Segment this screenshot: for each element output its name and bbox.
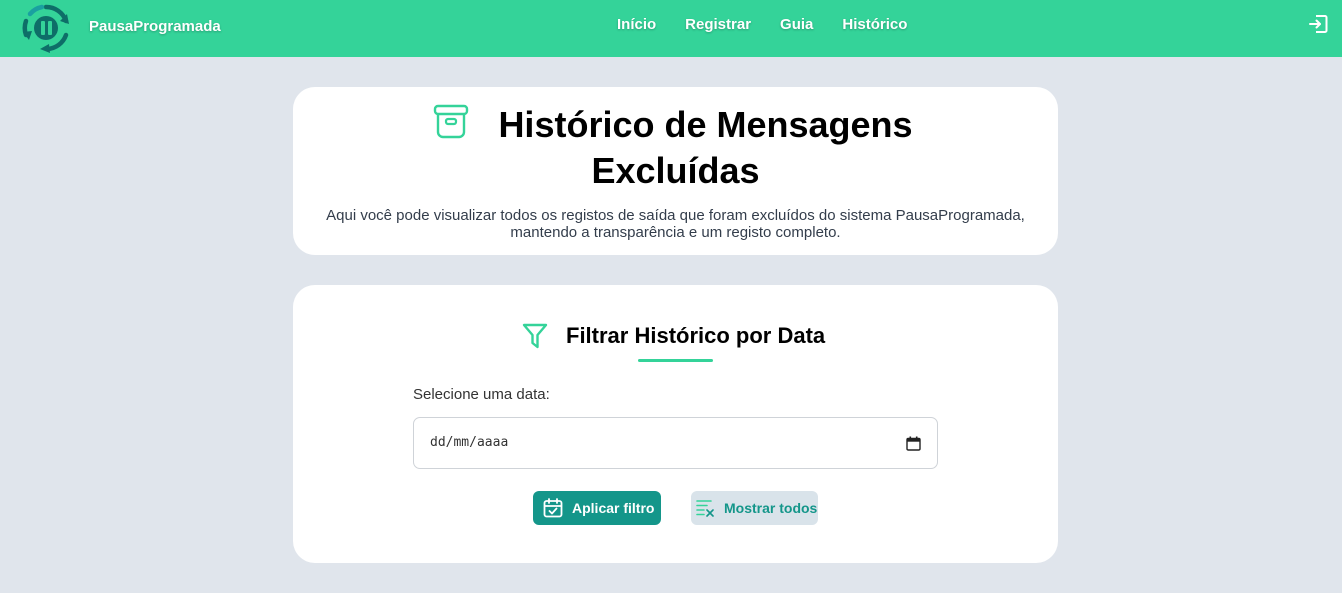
page-title: Histórico de Mensagens Excluídas (293, 102, 1058, 194)
pause-cycle-logo-icon (22, 4, 69, 53)
show-all-button[interactable]: Mostrar todos (691, 491, 818, 525)
brand[interactable]: PausaProgramada (20, 2, 221, 54)
filter-title-underline (638, 359, 713, 362)
page-title-line1: Histórico de Mensagens (498, 104, 913, 145)
logout-icon[interactable] (1307, 13, 1329, 35)
apply-filter-button[interactable]: Aplicar filtro (533, 491, 661, 525)
filter-title: Filtrar Histórico por Data (566, 323, 826, 348)
date-label: Selecione uma data: (413, 386, 550, 403)
brand-name: PausaProgramada (89, 18, 221, 35)
show-all-label: Mostrar todos (724, 500, 818, 516)
nav-link-historico[interactable]: Histórico (842, 16, 907, 33)
subtitle-line1: Aqui você pode visualizar todos os regis… (326, 207, 1025, 224)
nav-link-guia[interactable]: Guia (780, 16, 813, 33)
subtitle-line2: mantendo a transparência e um registo co… (510, 224, 841, 241)
nav-link-registrar[interactable]: Registrar (685, 16, 751, 33)
date-placeholder: dd/mm/aaaa (430, 435, 509, 450)
page-title-line2: Excluídas (591, 150, 760, 191)
clear-filter-list-icon (696, 500, 714, 517)
date-input[interactable]: dd/mm/aaaa (413, 417, 938, 469)
apply-filter-label: Aplicar filtro (572, 500, 655, 516)
nav-links: Início Registrar Guia Histórico (617, 16, 936, 33)
top-navbar: PausaProgramada Início Registrar Guia Hi… (0, 0, 1342, 57)
page-subtitle: Aqui você pode visualizar todos os regis… (293, 207, 1058, 241)
nav-link-inicio[interactable]: Início (617, 16, 656, 33)
filter-icon (522, 323, 548, 349)
calendar-check-icon (543, 498, 563, 518)
calendar-picker-icon[interactable] (906, 436, 921, 451)
